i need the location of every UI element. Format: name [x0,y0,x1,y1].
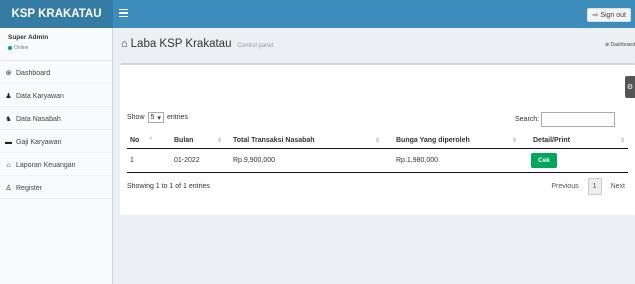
search-input[interactable] [541,112,616,127]
column-header[interactable]: ⇕ Total Transaksi Nasabah [217,133,381,149]
sort-icon: ⇕ [512,138,518,144]
search-control: Search: [515,112,616,127]
dashboard-icon: ⊛ [5,70,12,77]
user-status: Online [8,45,104,51]
entries-select[interactable]: 5 ▾ [147,112,164,123]
pagination: Previous 1 Next [545,178,628,195]
brand-logo[interactable]: KSP KRAKATAU [0,0,113,28]
user-name: Super Admin [8,34,49,41]
data-table: No ^ Bulan ⇕ Total Transaksi Nasabah ⇕ Bung… [127,133,628,173]
sidebar-item-label: Dashboard [16,69,51,77]
online-status-icon [8,46,12,50]
sidebar-item-label: Data Nasabah [16,115,61,123]
user-status-label: Online [14,45,29,51]
sidebar: Super Admin Online ⊛ Dashboard ♟ Data Ka… [0,28,113,284]
gear-icon[interactable]: ⚙ [625,76,635,98]
page-button[interactable]: 1 [587,178,602,195]
page-subtitle: Control panel [237,43,274,49]
breadcrumb-label: Dashboard [610,42,635,48]
column-header[interactable]: ^ Bulan [149,133,223,149]
sidebar-item-data-karyawan[interactable]: ♟ Data Karyawan [0,86,112,107]
sort-icon: ⇕ [217,138,223,144]
next-button[interactable]: Next [605,183,628,190]
sign-out-label: Sign out [600,11,626,19]
sign-out-icon: ⇨ [592,12,599,19]
bank-icon: ⌂ [121,38,128,50]
sidebar-item-laporan-keuangan[interactable]: ⌂ Laporan Keuangan [0,155,112,176]
entries-label: entries [166,114,188,121]
cell-no: 1 [127,148,155,173]
chevron-down-icon: ▾ [157,114,161,122]
user-plus-icon: ♙ [5,185,12,192]
cek-button[interactable]: Cek [531,152,557,168]
sidebar-item-data-nasabah[interactable]: ♞ Data Nasabah [0,109,112,130]
sort-asc-icon: ^ [149,137,153,143]
menu-toggle-icon[interactable] [119,9,128,18]
user-panel: Super Admin Online [0,28,112,61]
column-header[interactable]: ⇕ Bunga Yang diperoleh [375,133,518,149]
cell-bulan: 01-2022 [155,148,223,173]
page-title: Laba KSP Krakatau [130,38,232,50]
breadcrumb[interactable]: ⊛ Dashboard [605,42,635,48]
previous-button[interactable]: Previous [545,183,584,190]
sidebar-item-dashboard[interactable]: ⊛ Dashboard [0,63,112,84]
bank-icon: ⌂ [6,161,11,169]
page-header: ⌂ Laba KSP Krakatau Control panel [121,38,273,50]
user-icon: ♟ [5,93,12,100]
cell-bunga: Rp.1,980,000 [381,148,518,173]
search-label: Search: [515,116,540,123]
cell-total: Rp.9,900,000 [223,148,381,173]
money-icon: ▬ [5,138,12,146]
sidebar-item-register[interactable]: ♙ Register [0,178,112,199]
sign-out-button[interactable]: ⇨ Sign out [587,8,631,22]
sidebar-item-gaji-karyawan[interactable]: ▬ Gaji Karyawan [0,132,112,153]
entries-value: 5 [150,114,155,121]
sidebar-item-label: Register [16,184,43,192]
sort-icon: ⇕ [375,138,381,144]
sort-icon: ⇕ [619,138,625,144]
cell-action: Cek [518,148,628,173]
show-label: Show [127,114,145,121]
users-icon: ♞ [5,116,12,123]
table-header-row: No ^ Bulan ⇕ Total Transaksi Nasabah ⇕ Bung… [127,133,628,149]
sidebar-item-label: Laporan Keuangan [16,161,76,169]
sidebar-item-label: Gaji Karyawan [16,138,62,146]
table-row: 1 01-2022 Rp.9,900,000 Rp.1,980,000 Cek [127,148,628,173]
column-header[interactable]: ⇕ Detail/Print ⇕ [512,133,628,149]
sidebar-item-label: Data Karyawan [16,92,64,100]
dashboard-icon: ⊛ [604,42,610,48]
table-info: Showing 1 to 1 of 1 entries [127,183,210,190]
entries-length-control: Show 5 ▾ entries [127,112,188,123]
top-navbar: ⇨ Sign out [113,0,635,28]
